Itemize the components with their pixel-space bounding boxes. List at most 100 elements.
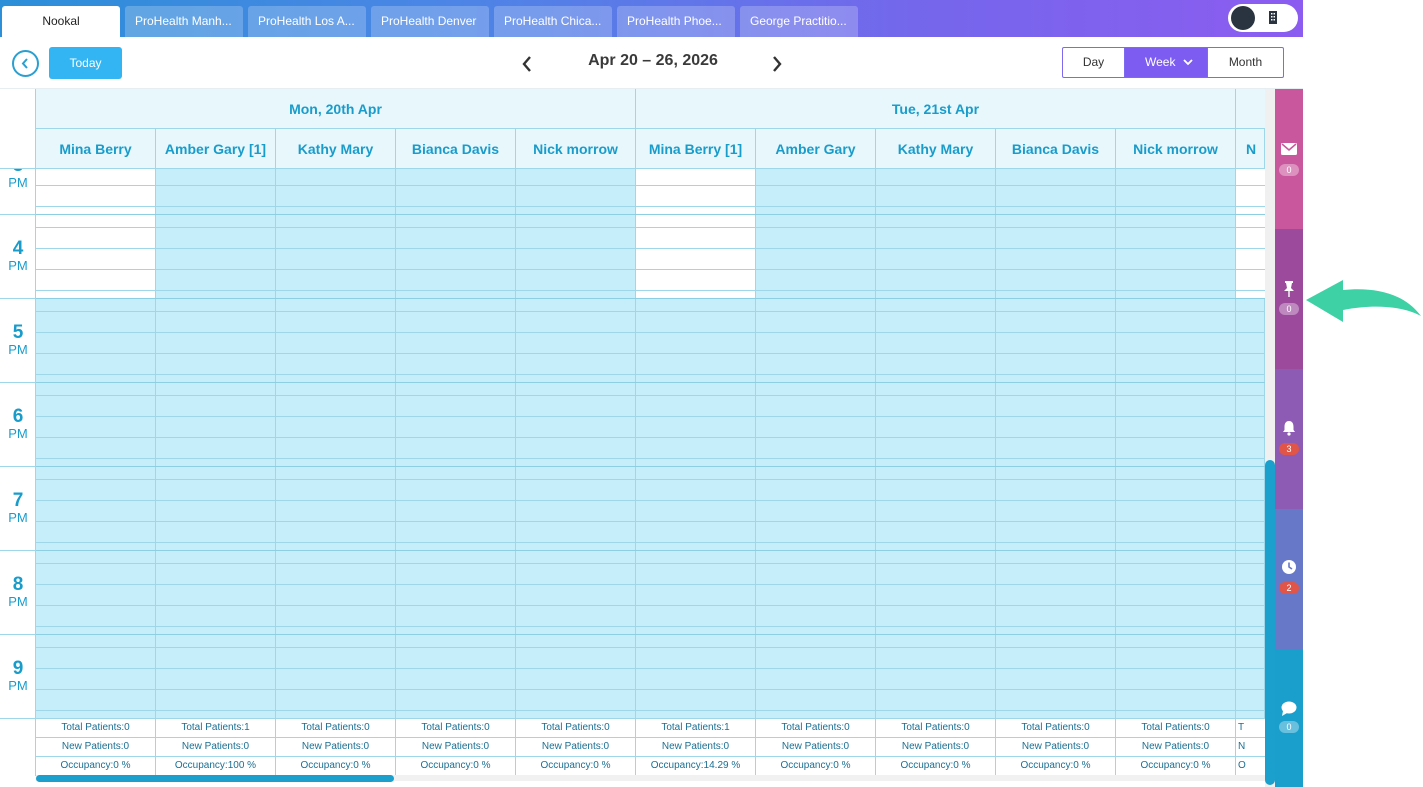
view-month-button[interactable]: Month bbox=[1207, 48, 1283, 77]
stats-cell: Total Patients:1 New Patients:0 Occupanc… bbox=[636, 719, 756, 776]
day-header-monday: Mon, 20th Apr bbox=[36, 89, 636, 129]
practitioner-column[interactable] bbox=[636, 169, 756, 718]
theme-toggle[interactable] bbox=[1228, 4, 1298, 32]
hour-divider bbox=[36, 550, 1265, 551]
stats-cell: Total Patients:0 New Patients:0 Occupanc… bbox=[36, 719, 156, 776]
calendar-toolbar: Today Apr 20 – 26, 2026 Day Week Month bbox=[0, 37, 1303, 89]
total-patients: Total Patients:0 bbox=[396, 719, 515, 738]
occupancy: Occupancy:0 % bbox=[516, 757, 635, 776]
chat-panel-button[interactable]: 0 bbox=[1275, 649, 1303, 787]
practitioner-header: Bianca Davis bbox=[996, 129, 1116, 169]
time-label: 9 PM bbox=[0, 659, 35, 693]
total-patients: Total Patients:0 bbox=[1116, 719, 1235, 738]
practitioner-column[interactable] bbox=[1116, 169, 1236, 718]
stats-cell: Total Patients:0 New Patients:0 Occupanc… bbox=[516, 719, 636, 776]
bell-icon bbox=[1283, 421, 1295, 436]
next-week-icon[interactable] bbox=[768, 53, 786, 75]
practitioner-column[interactable] bbox=[276, 169, 396, 718]
tab-prohealth-denver[interactable]: ProHealth Denver bbox=[371, 6, 489, 37]
vertical-scroll-thumb[interactable] bbox=[1265, 460, 1275, 785]
available-slots[interactable] bbox=[636, 169, 755, 299]
practitioner-column[interactable] bbox=[756, 169, 876, 718]
new-patients: New Patients:0 bbox=[156, 738, 275, 757]
previous-week-icon[interactable] bbox=[518, 53, 536, 75]
stats-cell: Total Patients:0 New Patients:0 Occupanc… bbox=[396, 719, 516, 776]
occupancy: Occupancy:0 % bbox=[756, 757, 875, 776]
ampm-label: PM bbox=[8, 426, 28, 441]
view-switcher: Day Week Month bbox=[1062, 47, 1284, 78]
tab-george-practitioner[interactable]: George Practitio... bbox=[740, 6, 858, 37]
practitioner-header: Amber Gary bbox=[756, 129, 876, 169]
side-panel: 0 0 3 2 0 bbox=[1275, 89, 1303, 787]
location-tab-bar: Nookal ProHealth Manh... ProHealth Los A… bbox=[0, 0, 1303, 37]
practitioner-column[interactable] bbox=[516, 169, 636, 718]
tab-prohealth-phoenix[interactable]: ProHealth Phoe... bbox=[617, 6, 735, 37]
hour-divider bbox=[0, 466, 35, 467]
practitioner-header: Amber Gary [1] bbox=[156, 129, 276, 169]
time-label: 5 PM bbox=[0, 322, 35, 357]
back-button[interactable] bbox=[12, 50, 39, 77]
view-week-button[interactable]: Week bbox=[1125, 48, 1207, 77]
practitioner-column[interactable] bbox=[156, 169, 276, 718]
practitioner-column[interactable] bbox=[1236, 169, 1265, 718]
count-badge: 0 bbox=[1279, 721, 1299, 733]
practitioner-header: Mina Berry bbox=[36, 129, 156, 169]
stats-cell: T N O bbox=[1236, 719, 1265, 776]
total-patients: Total Patients:0 bbox=[876, 719, 995, 738]
tab-prohealth-manhattan[interactable]: ProHealth Manh... bbox=[125, 6, 243, 37]
hour-divider bbox=[36, 214, 1265, 215]
occupancy: Occupancy:0 % bbox=[36, 757, 155, 776]
new-patients: New Patients:0 bbox=[516, 738, 635, 757]
tab-prohealth-chicago[interactable]: ProHealth Chica... bbox=[494, 6, 612, 37]
day-header-next bbox=[1236, 89, 1265, 129]
new-patients: New Patients:0 bbox=[276, 738, 395, 757]
ampm-label: PM bbox=[8, 258, 28, 273]
total-patients: Total Patients:1 bbox=[636, 719, 755, 738]
practitioner-header: Mina Berry [1] bbox=[636, 129, 756, 169]
hour-divider bbox=[36, 466, 1265, 467]
week-calendar: Mon, 20th Apr Tue, 21st Apr Mina Berry A… bbox=[0, 89, 1265, 787]
stats-cell: Total Patients:0 New Patients:0 Occupanc… bbox=[276, 719, 396, 776]
hour-number: 4 bbox=[12, 238, 24, 259]
total-patients: Total Patients:0 bbox=[276, 719, 395, 738]
hour-divider bbox=[36, 634, 1265, 635]
ampm-label: PM bbox=[8, 175, 28, 190]
history-panel-button[interactable]: 2 bbox=[1275, 509, 1303, 649]
available-slots[interactable] bbox=[1236, 169, 1265, 299]
hour-divider bbox=[0, 214, 35, 215]
total-patients: Total Patients:1 bbox=[156, 719, 275, 738]
ampm-label: PM bbox=[8, 510, 28, 525]
day-header-tuesday: Tue, 21st Apr bbox=[636, 89, 1236, 129]
practitioner-column[interactable] bbox=[396, 169, 516, 718]
pinned-panel-button[interactable]: 0 bbox=[1275, 229, 1303, 369]
tab-nookal[interactable]: Nookal bbox=[2, 6, 120, 37]
practitioner-column[interactable] bbox=[36, 169, 156, 718]
occupancy: Occupancy:14.29 % bbox=[636, 757, 755, 776]
count-badge: 0 bbox=[1279, 164, 1299, 176]
ampm-label: PM bbox=[8, 342, 28, 357]
count-badge: 2 bbox=[1279, 582, 1299, 594]
new-patients: N bbox=[1236, 738, 1265, 757]
hour-number: 7 bbox=[12, 490, 24, 511]
time-gutter: 3 PM 4 PM 5 PM 6 PM 7 PM 8 PM bbox=[0, 169, 36, 718]
messages-panel-button[interactable]: 0 bbox=[1275, 89, 1303, 229]
hour-divider bbox=[0, 634, 35, 635]
schedule-grid bbox=[36, 169, 1265, 718]
total-patients: Total Patients:0 bbox=[516, 719, 635, 738]
tab-prohealth-los-angeles[interactable]: ProHealth Los A... bbox=[248, 6, 366, 37]
ampm-label: PM bbox=[8, 594, 28, 609]
date-range-title: Apr 20 – 26, 2026 bbox=[588, 52, 718, 69]
hour-number: 5 bbox=[12, 322, 24, 343]
footer-gutter bbox=[0, 719, 36, 776]
view-day-button[interactable]: Day bbox=[1063, 48, 1125, 77]
available-slots[interactable] bbox=[36, 169, 155, 299]
notifications-panel-button[interactable]: 3 bbox=[1275, 369, 1303, 509]
toggle-knob bbox=[1231, 6, 1255, 30]
horizontal-scroll-thumb[interactable] bbox=[36, 775, 394, 782]
today-button[interactable]: Today bbox=[49, 47, 122, 79]
stats-cell: Total Patients:0 New Patients:0 Occupanc… bbox=[996, 719, 1116, 776]
practitioner-column[interactable] bbox=[996, 169, 1116, 718]
count-badge: 3 bbox=[1279, 443, 1299, 455]
practitioner-column[interactable] bbox=[876, 169, 996, 718]
view-week-label: Week bbox=[1145, 55, 1176, 69]
